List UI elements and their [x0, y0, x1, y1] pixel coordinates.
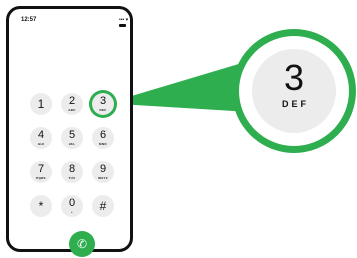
key-letters: PQRS	[36, 176, 46, 180]
key-2[interactable]: 2 ABC	[61, 93, 83, 115]
key-hash[interactable]: #	[92, 195, 114, 217]
key-digit: 9	[99, 163, 107, 175]
key-digit: 7	[37, 163, 45, 175]
signal-icon: •••	[119, 17, 125, 23]
key-4[interactable]: 4 GHI	[30, 127, 52, 149]
key-0[interactable]: 0 +	[61, 195, 83, 217]
key-letters: DEF	[99, 108, 107, 112]
key-letters: JKL	[68, 142, 76, 146]
wifi-icon: ▾	[125, 17, 129, 23]
key-digit: 5	[68, 129, 76, 141]
key-letters: TUV	[68, 176, 76, 180]
key-digit: 0	[68, 197, 76, 209]
key-star[interactable]: *	[30, 195, 52, 217]
key-9[interactable]: 9 WXYZ	[92, 161, 114, 183]
phone-frame: 12:57 ••• ▾ 1 2 ABC 3 DEF 4 GHI 5 JKL 6 …	[6, 6, 133, 257]
key-3[interactable]: 3 DEF	[92, 93, 114, 115]
zoom-callout: 3 DEF	[232, 29, 356, 153]
call-button[interactable]: ✆	[69, 231, 95, 257]
key-6[interactable]: 6 MNO	[92, 127, 114, 149]
key-8[interactable]: 8 TUV	[61, 161, 83, 183]
key-digit: 3	[99, 95, 107, 107]
key-digit: 6	[99, 129, 107, 141]
key-digit: #	[99, 199, 107, 213]
key-digit: *	[38, 199, 44, 213]
battery-icon	[119, 24, 126, 28]
status-time: 12:57	[21, 17, 37, 23]
key-digit: 4	[37, 129, 45, 141]
status-icons: ••• ▾	[119, 17, 130, 29]
key-letters: ABC	[68, 108, 76, 112]
key-digit: 2	[68, 95, 76, 107]
key-1[interactable]: 1	[30, 93, 52, 115]
key-letters: +	[70, 210, 74, 214]
zoom-letters: DEF	[282, 99, 309, 109]
key-letters: WXYZ	[98, 176, 108, 180]
phone-icon: ✆	[76, 237, 88, 251]
key-digit: 8	[68, 163, 76, 175]
key-7[interactable]: 7 PQRS	[30, 161, 52, 183]
key-digit: 1	[37, 97, 45, 111]
zoom-digit: 3	[283, 57, 305, 98]
zoom-key-3: 3 DEF	[252, 49, 336, 133]
key-letters: MNO	[99, 142, 107, 146]
key-5[interactable]: 5 JKL	[61, 127, 83, 149]
key-letters: GHI	[37, 142, 45, 146]
